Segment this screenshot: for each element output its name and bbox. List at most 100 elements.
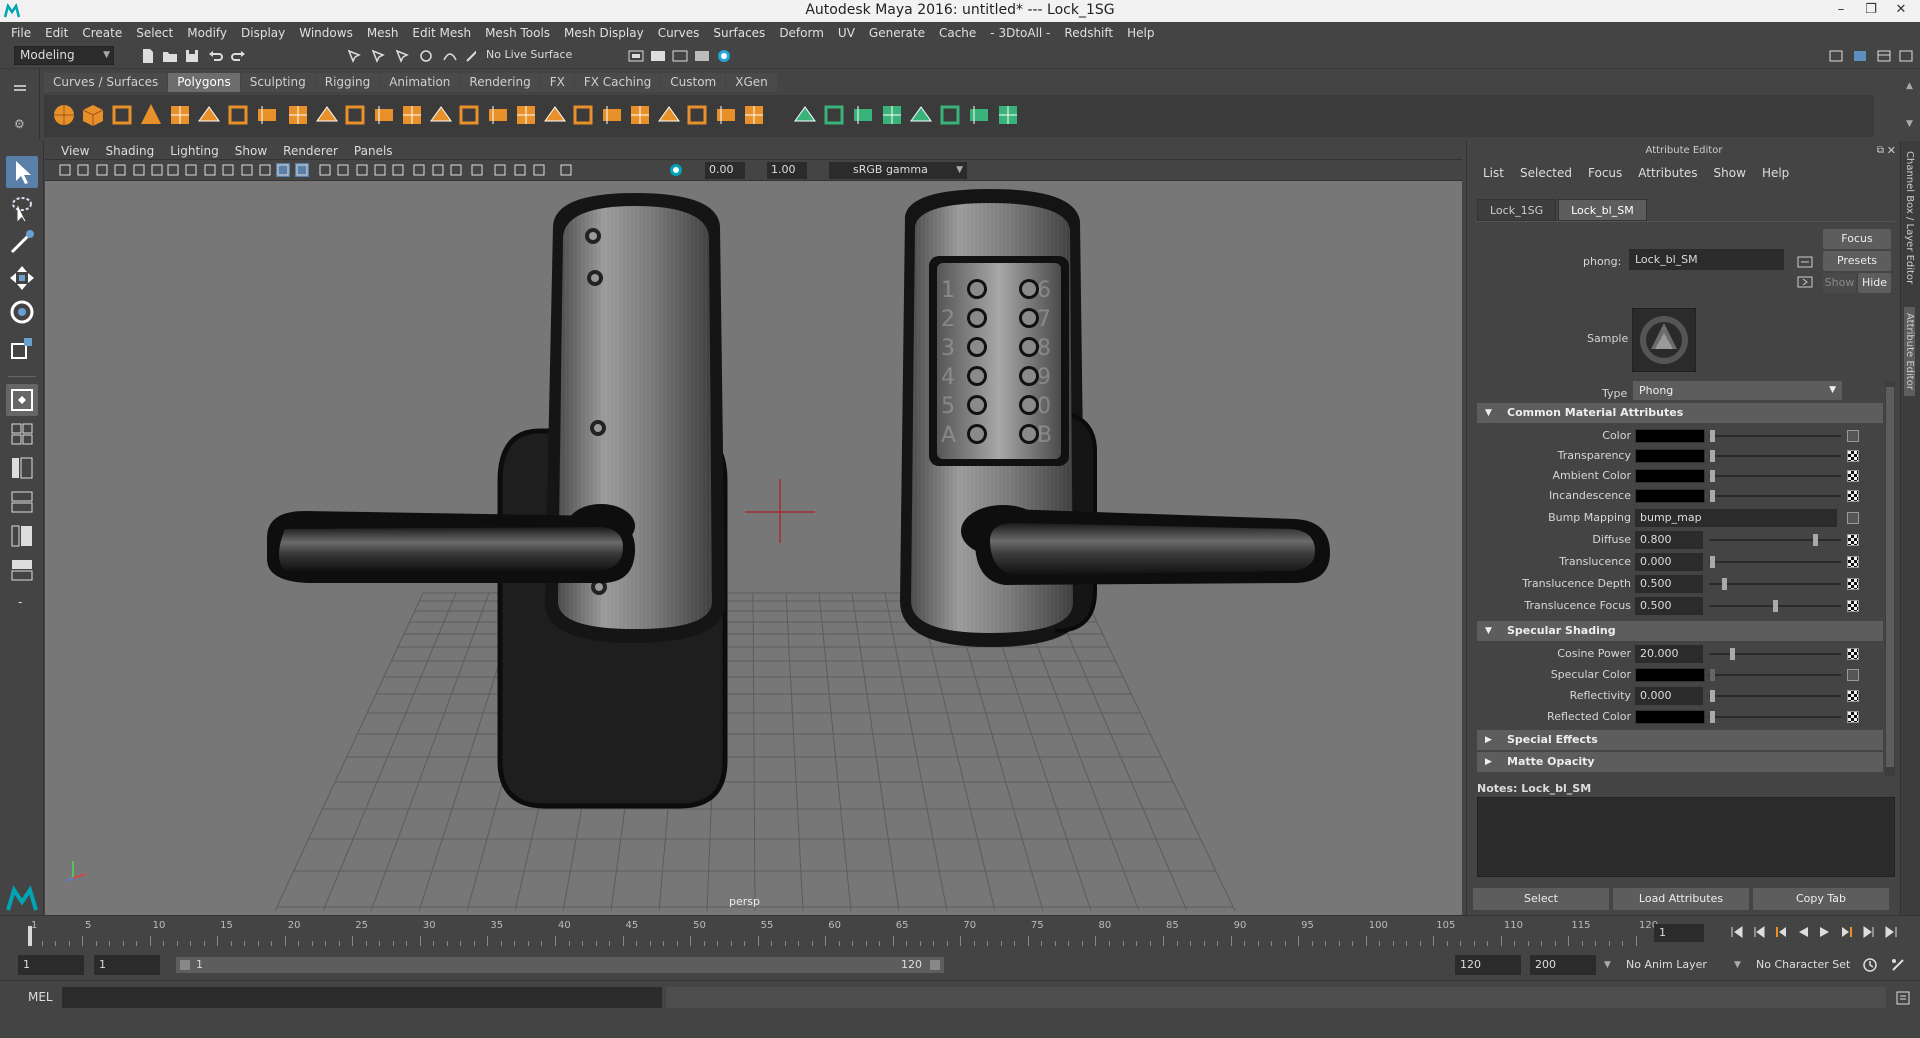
new-scene-icon[interactable] [140, 48, 156, 64]
load-attributes-button[interactable]: Load Attributes [1613, 888, 1749, 910]
menu-mesh[interactable]: Mesh [360, 26, 406, 40]
scroll-down-icon[interactable]: ▼ [1906, 119, 1913, 129]
film-gate-icon[interactable] [150, 163, 164, 177]
menu-set-selector[interactable]: Modeling ▼ [14, 46, 114, 65]
bump-map-field[interactable]: bump_map [1635, 509, 1837, 527]
slider-handle[interactable] [1710, 556, 1715, 568]
map-button-icon[interactable] [1847, 490, 1859, 502]
gamma-reset-icon[interactable] [559, 163, 573, 177]
color-swatch[interactable] [1635, 449, 1705, 463]
poly-pipe-icon[interactable] [253, 101, 281, 129]
hide-button[interactable]: Hide [1858, 273, 1891, 293]
node-name-field[interactable]: Lock_bl_SM [1629, 249, 1784, 270]
slider-track[interactable] [1709, 653, 1841, 655]
range-handle-left[interactable] [180, 960, 190, 970]
poly-cylinder-icon[interactable] [108, 101, 136, 129]
menu-generate[interactable]: Generate [862, 26, 932, 40]
animation-prefs-icon[interactable] [1890, 957, 1906, 973]
menu-cache[interactable]: Cache [932, 26, 983, 40]
wireframe-on-shaded-icon[interactable] [294, 163, 309, 177]
script-editor-icon[interactable] [1895, 990, 1911, 1006]
cut-uv-icon[interactable] [994, 101, 1022, 129]
color-swatch[interactable] [1635, 489, 1705, 503]
shelf-tab-xgen[interactable]: XGen [726, 73, 777, 92]
multi-cut-icon[interactable] [541, 101, 569, 129]
slider-track[interactable] [1709, 539, 1841, 541]
color-swatch[interactable] [1635, 668, 1705, 682]
bevel-icon[interactable] [455, 101, 483, 129]
current-frame-field[interactable]: 1 [1654, 924, 1704, 942]
map-button-icon[interactable] [1847, 648, 1859, 660]
automatic-map-icon[interactable] [791, 101, 819, 129]
shelf-tab-curves-surfaces[interactable]: Curves / Surfaces [44, 73, 168, 92]
wireframe-icon[interactable] [258, 163, 272, 177]
four-view-layout-icon[interactable] [6, 418, 38, 450]
menu-help[interactable]: Help [1120, 26, 1161, 40]
custom-layout-icon[interactable]: - [18, 595, 22, 609]
use-all-lights-icon[interactable] [336, 163, 350, 177]
menu-select[interactable]: Select [129, 26, 180, 40]
ae-menu-help[interactable]: Help [1754, 166, 1797, 180]
slider-track[interactable] [1709, 495, 1841, 497]
menu-file[interactable]: File [4, 26, 38, 40]
tab-attribute-editor[interactable]: Attribute Editor [1904, 307, 1915, 396]
shelf-tab-sculpting[interactable]: Sculpting [240, 73, 315, 92]
scale-tool-icon[interactable] [6, 332, 38, 364]
layout-uv-icon[interactable] [965, 101, 993, 129]
slider-track[interactable] [1709, 475, 1841, 477]
go-to-start-icon[interactable] [1730, 925, 1744, 939]
shelf-tab-rigging[interactable]: Rigging [315, 73, 380, 92]
presets-button[interactable]: Presets [1823, 251, 1891, 271]
playback-end-field[interactable]: 120 [1455, 955, 1521, 975]
shelf-tab-fx-caching[interactable]: FX Caching [574, 73, 661, 92]
select-object-icon[interactable] [370, 48, 386, 64]
translucence-focus-field[interactable]: 0.500 [1635, 597, 1703, 615]
diffuse-field[interactable]: 0.800 [1635, 531, 1703, 549]
menu-edit[interactable]: Edit [38, 26, 75, 40]
slider-handle[interactable] [1813, 534, 1818, 546]
shelf-menu-icon[interactable] [14, 85, 26, 87]
extract-icon[interactable] [341, 101, 369, 129]
scroll-up-icon[interactable]: ▲ [1906, 81, 1913, 91]
input-connections-icon[interactable] [1797, 256, 1813, 268]
section-special-effects[interactable]: ▶ Special Effects [1477, 730, 1883, 750]
character-set-selector[interactable]: ▼ No Character Set [1730, 955, 1870, 975]
menu-mesh-tools[interactable]: Mesh Tools [478, 26, 557, 40]
ipr-render-icon[interactable] [672, 48, 688, 64]
map-button-icon[interactable] [1847, 470, 1859, 482]
shelf-tab-animation[interactable]: Animation [380, 73, 460, 92]
anim-start-field[interactable]: 1 [18, 955, 84, 975]
ae-menu-list[interactable]: List [1475, 166, 1512, 180]
select-tool-icon[interactable] [6, 156, 38, 188]
anim-layer-selector[interactable]: ▼ No Anim Layer [1600, 955, 1740, 975]
play-forward-icon[interactable] [1818, 925, 1832, 939]
quad-draw-icon[interactable] [712, 101, 740, 129]
copy-tab-button[interactable]: Copy Tab [1753, 888, 1889, 910]
anim-end-field[interactable]: 200 [1530, 955, 1596, 975]
smooth-icon[interactable] [398, 101, 426, 129]
menu-redshift[interactable]: Redshift [1057, 26, 1120, 40]
live-surface-field[interactable]: No Live Surface [476, 47, 586, 64]
offset-edge-loop-icon[interactable] [598, 101, 626, 129]
xray-joints-icon[interactable] [493, 163, 507, 177]
render-settings-icon[interactable] [694, 48, 710, 64]
output-connections-icon[interactable] [1797, 276, 1813, 288]
lock-right-object[interactable]: 1 6 2 7 3 8 4 9 5 0 A B [900, 189, 1330, 647]
field-chart-icon[interactable] [203, 163, 217, 177]
rotate-tool-icon[interactable] [6, 296, 38, 328]
map-button-icon[interactable] [1847, 669, 1859, 681]
planar-map-icon[interactable] [740, 101, 768, 129]
scrollbar-thumb[interactable] [1886, 387, 1894, 767]
separate-icon[interactable] [313, 101, 341, 129]
xray-icon[interactable] [470, 163, 484, 177]
map-button-icon[interactable] [1847, 690, 1859, 702]
persp-viewport[interactable]: 1 6 2 7 3 8 4 9 5 0 A B persp [45, 181, 1462, 915]
translucence-depth-field[interactable]: 0.500 [1635, 575, 1703, 593]
safe-title-icon[interactable] [240, 163, 254, 177]
shelf-tab-polygons[interactable]: Polygons [168, 73, 240, 92]
bookmark-icon[interactable] [95, 163, 109, 177]
select-camera-icon[interactable] [58, 163, 72, 177]
persp-hypershade-layout-icon[interactable] [6, 520, 38, 552]
map-button-icon[interactable] [1847, 450, 1859, 462]
hypershade-icon[interactable] [716, 48, 732, 64]
